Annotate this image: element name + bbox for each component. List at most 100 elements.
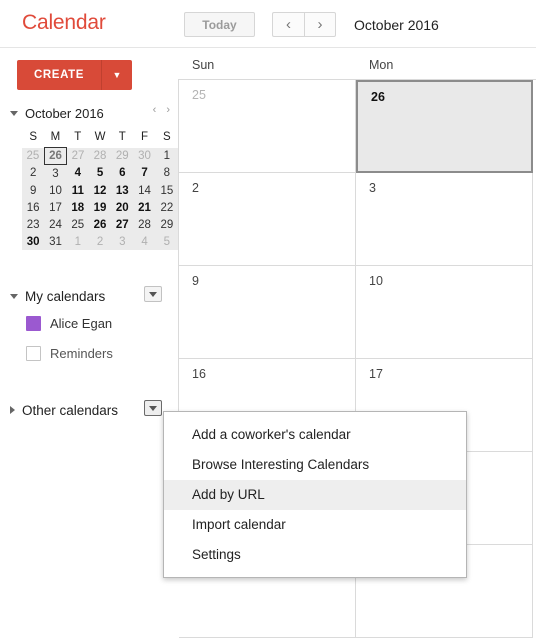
calendar-day-cell[interactable]: 10	[356, 266, 533, 359]
mini-day-cell[interactable]: 11	[66, 182, 89, 199]
prev-period-button[interactable]: ‹	[272, 12, 304, 37]
next-period-button[interactable]: ›	[304, 12, 336, 37]
mini-day-cell[interactable]: 25	[22, 147, 45, 165]
mini-day-cell[interactable]: 2	[22, 164, 45, 182]
mini-calendar: October 2016 ‹ › SMTWTFS 25 26 27 28 29 30 1 2 3…	[0, 102, 178, 250]
create-dropdown-button[interactable]: ▼	[101, 60, 132, 90]
mini-day-cell[interactable]: 7	[133, 164, 156, 182]
mini-day-cell[interactable]: 18	[66, 199, 89, 216]
mini-day-cell[interactable]: 2	[88, 233, 112, 250]
mini-day-cell[interactable]: 21	[133, 199, 156, 216]
mini-day-cell[interactable]: 10	[44, 182, 67, 199]
date-range-title: October 2016	[354, 17, 439, 33]
mini-week-row: 16 17 18 19 20 21 22	[22, 199, 178, 216]
calendar-week-row: 23	[179, 173, 536, 266]
calendar-list-item[interactable]: Alice Egan	[0, 308, 178, 338]
other-calendars-menu: Add a coworker's calendar Browse Interest…	[163, 411, 467, 578]
mini-day-cell[interactable]: 28	[88, 147, 112, 165]
create-button[interactable]: CREATE	[17, 60, 101, 90]
mini-day-cell[interactable]: 24	[44, 216, 67, 233]
mini-day-cell[interactable]: 8	[155, 164, 178, 182]
sidebar: CREATE ▼ October 2016 ‹ › SMTWTFS 25 26 27…	[0, 48, 178, 568]
mini-day-cell[interactable]: 19	[88, 199, 112, 216]
mini-day-cell[interactable]: 17	[44, 199, 67, 216]
calendar-day-cell[interactable]: 25	[179, 80, 356, 173]
mini-day-cell[interactable]: 20	[111, 199, 134, 216]
mini-day-cell[interactable]: 30	[133, 147, 156, 165]
day-number: 26	[371, 90, 385, 104]
my-calendars-options-button[interactable]	[144, 286, 162, 302]
mini-day-cell[interactable]: 14	[133, 182, 156, 199]
mini-day-cell[interactable]: 5	[88, 164, 112, 182]
calendar-week-row: 25 26	[179, 80, 536, 173]
mini-day-cell[interactable]: 4	[133, 233, 156, 250]
mini-day-cell[interactable]: 9	[22, 182, 45, 199]
mini-day-cell[interactable]: 1	[66, 233, 89, 250]
mini-day-cell[interactable]: 6	[111, 164, 134, 182]
mini-day-cell[interactable]: 12	[88, 182, 112, 199]
mini-day-today[interactable]: 26	[43, 147, 68, 165]
mini-day-cell[interactable]: 25	[66, 216, 89, 233]
mini-day-cell[interactable]: 5	[155, 233, 178, 250]
mini-day-cell[interactable]: 26	[88, 216, 112, 233]
date-nav-group: ‹ ›	[272, 12, 336, 37]
mini-day-cell[interactable]: 27	[66, 147, 89, 165]
mini-day-cell[interactable]: 3	[111, 233, 134, 250]
today-button[interactable]: Today	[184, 12, 255, 37]
mini-prev-month-icon[interactable]: ‹	[153, 104, 157, 116]
mini-day-cell[interactable]: 31	[44, 233, 67, 250]
menu-item[interactable]: Add a coworker's calendar	[164, 420, 466, 450]
day-number: 3	[369, 181, 376, 195]
mini-day-cell[interactable]: 28	[133, 216, 156, 233]
mini-day-cell[interactable]: 23	[22, 216, 45, 233]
caret-down-icon: ▼	[112, 70, 122, 80]
calendar-name: Reminders	[50, 345, 113, 361]
calendar-list-item[interactable]: Reminders	[0, 338, 178, 368]
mini-day-cell[interactable]: 3	[44, 164, 67, 182]
menu-item[interactable]: Import calendar	[164, 510, 466, 540]
mini-calendar-header: October 2016 ‹ ›	[0, 102, 178, 124]
mini-weekday-1: M	[44, 127, 67, 148]
other-calendars-label: Other calendars	[22, 402, 119, 418]
app-logo[interactable]: Calendar	[22, 11, 106, 35]
mini-day-cell[interactable]: 29	[111, 147, 134, 165]
mini-next-month-icon[interactable]: ›	[166, 104, 170, 116]
mini-day-cell[interactable]: 16	[22, 199, 45, 216]
calendar-day-cell-selected[interactable]: 26	[356, 80, 533, 173]
calendar-app: Calendar Today ‹ › October 2016 CREATE ▼…	[0, 0, 536, 638]
collapse-triangle-icon[interactable]	[10, 110, 18, 116]
expand-triangle-icon[interactable]	[10, 406, 15, 414]
menu-item[interactable]: Settings	[164, 540, 466, 570]
mini-day-cell[interactable]: 29	[155, 216, 178, 233]
calendar-day-cell[interactable]: 2	[179, 173, 356, 266]
calendar-checkbox[interactable]	[26, 345, 41, 361]
mini-weekday-0: S	[22, 127, 45, 148]
calendar-day-cell[interactable]: 3	[356, 173, 533, 266]
calendar-color-swatch[interactable]	[26, 315, 41, 331]
mini-day-cell[interactable]: 15	[155, 182, 178, 199]
my-calendars-label: My calendars	[25, 288, 106, 304]
other-calendars-options-button[interactable]	[144, 400, 162, 416]
mini-day-cell[interactable]: 27	[111, 216, 134, 233]
day-number: 9	[192, 274, 199, 288]
day-header-mon: Mon	[369, 58, 394, 72]
calendar-week-row: 9 10	[179, 266, 536, 359]
mini-day-cell[interactable]: 13	[111, 182, 134, 199]
collapse-triangle-icon[interactable]	[10, 293, 18, 299]
other-calendars-header[interactable]: Other calendars	[0, 398, 178, 422]
mini-day-cell[interactable]: 1	[155, 147, 178, 165]
mini-day-cell[interactable]: 22	[155, 199, 178, 216]
mini-day-cell[interactable]: 4	[66, 164, 89, 182]
mini-calendar-grid: SMTWTFS 25 26 27 28 29 30 1 2 3 4 5 6 7 8 9 10 11 12 13 14 1…	[22, 127, 178, 250]
mini-weekday-5: F	[133, 127, 156, 148]
mini-week-row: 9 10 11 12 13 14 15	[22, 182, 178, 199]
mini-week-row: 2345678	[22, 164, 178, 182]
my-calendars-header[interactable]: My calendars	[0, 284, 178, 308]
menu-item[interactable]: Add by URL	[164, 480, 466, 510]
my-calendars-section: My calendars Alice Egan Reminders	[0, 284, 178, 368]
calendar-day-cell[interactable]: 9	[179, 266, 356, 359]
mini-day-cell[interactable]: 30	[22, 233, 45, 250]
menu-item[interactable]: Browse Interesting Calendars	[164, 450, 466, 480]
day-number: 16	[192, 367, 206, 381]
day-number: 17	[369, 367, 383, 381]
